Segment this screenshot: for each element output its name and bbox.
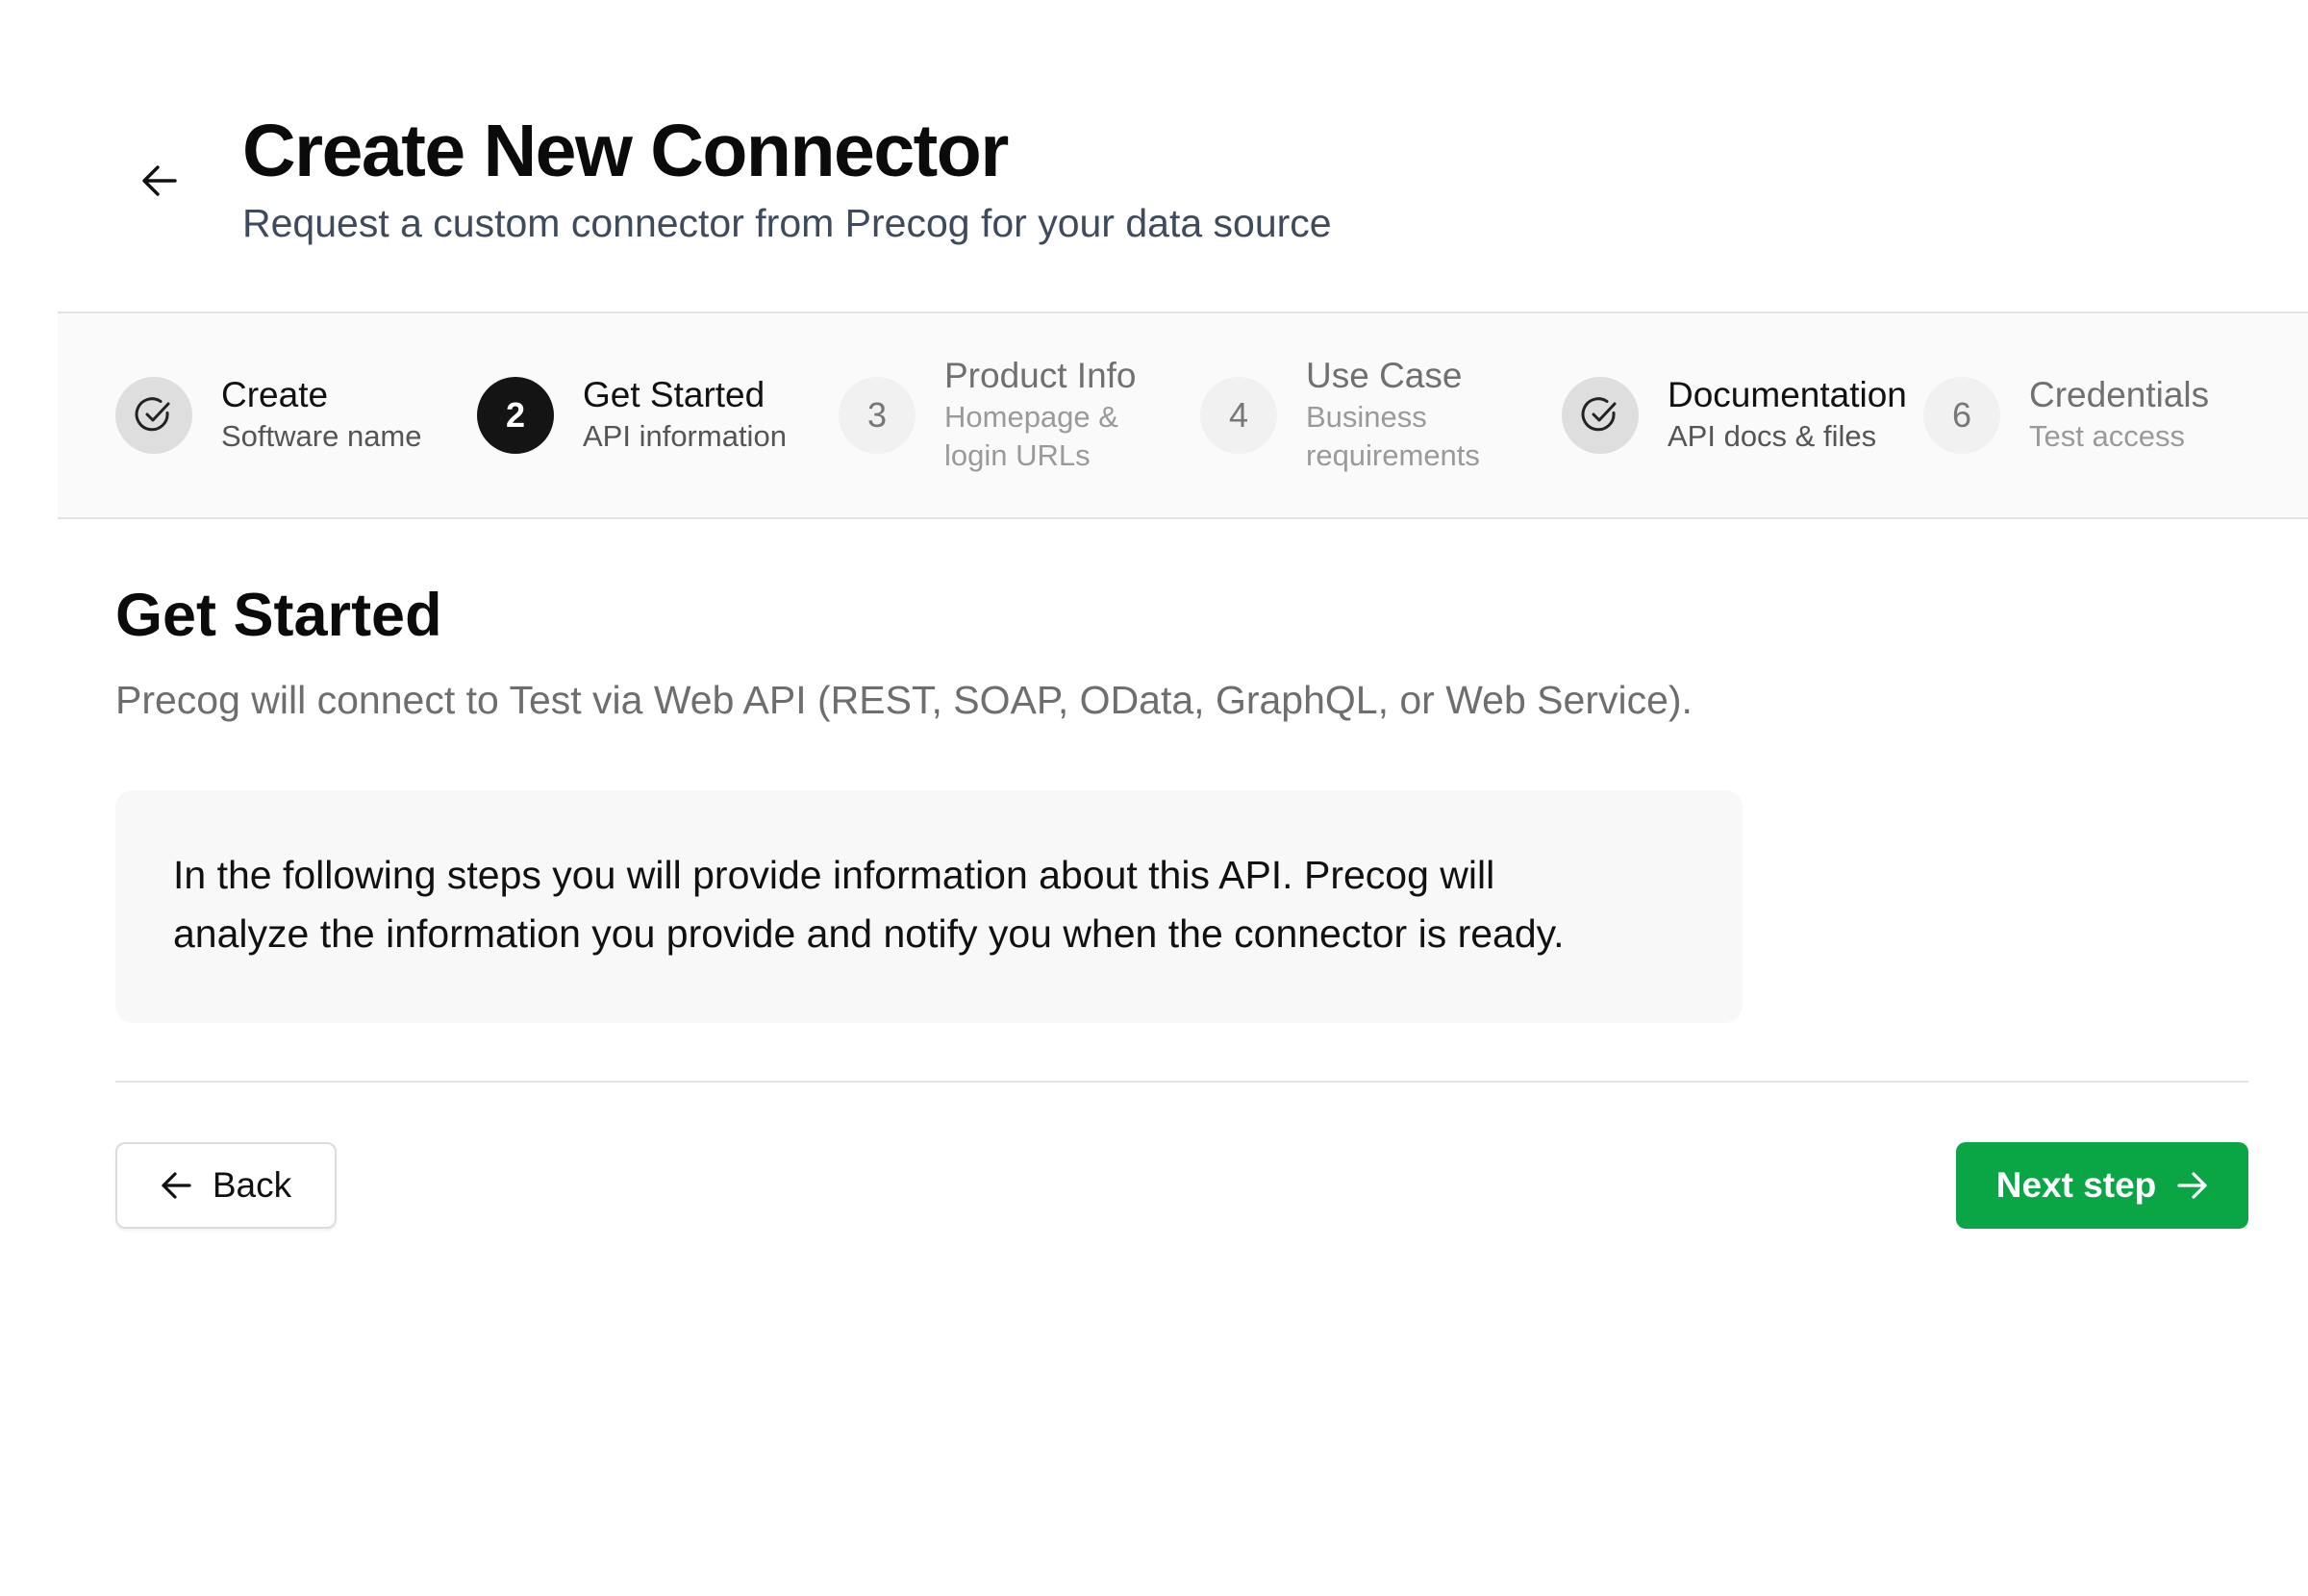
page-subtitle: Request a custom connector from Precog f… (242, 201, 1332, 245)
step-description: Test access (2029, 419, 2185, 453)
step-create[interactable]: Create Software name (115, 313, 433, 517)
step-title: Product Info (944, 356, 1137, 395)
step-product-info[interactable]: 3 Product Info Homepage & login URLs (839, 313, 1156, 517)
step-description-line-2: requirements (1306, 438, 1480, 472)
step-text: Create Software name (221, 373, 422, 456)
step-use-case[interactable]: 4 Use Case Business requirements (1200, 313, 1518, 517)
step-title: Documentation (1668, 375, 1907, 414)
step-text: Product Info Homepage & login URLs (944, 354, 1137, 475)
section-title: Get Started (115, 582, 442, 649)
step-description: Software name (221, 419, 422, 453)
step-documentation[interactable]: Documentation API docs & files (1562, 313, 1907, 517)
create-connector-page: Create New Connector Request a custom co… (0, 0, 2308, 1596)
info-text-line-1: In the following steps you will provide … (173, 853, 1495, 897)
step-title: Use Case (1306, 356, 1463, 395)
step-number: 3 (839, 377, 916, 454)
section-description: Precog will connect to Test via Web API … (115, 678, 1693, 722)
step-description: API information (583, 419, 787, 453)
step-description-line-1: Homepage & (944, 400, 1118, 434)
step-text: Use Case Business requirements (1306, 354, 1480, 475)
step-title: Credentials (2029, 375, 2210, 414)
step-description-line-1: Business (1306, 400, 1427, 434)
divider (115, 1081, 2248, 1083)
check-circle-icon (115, 377, 192, 454)
page-header: Create New Connector Request a custom co… (0, 0, 2308, 312)
step-description: API docs & files (1668, 419, 1877, 453)
step-number: 6 (1923, 377, 2000, 454)
step-title: Get Started (583, 375, 765, 414)
step-get-started[interactable]: 2 Get Started API information (477, 313, 794, 517)
step-text: Credentials Test access (2029, 373, 2209, 456)
step-text: Get Started API information (583, 373, 787, 456)
step-number: 2 (477, 377, 554, 454)
step-title: Create (221, 375, 329, 414)
arrow-left-icon (161, 1171, 191, 1200)
step-number: 4 (1200, 377, 1277, 454)
step-text: Documentation API docs & files (1668, 373, 1907, 456)
check-circle-icon (1562, 377, 1639, 454)
step-credentials[interactable]: 6 Credentials Test access (1923, 313, 2241, 517)
back-arrow-icon[interactable] (131, 152, 188, 210)
next-step-button[interactable]: Next step (1956, 1142, 2248, 1229)
next-step-button-label: Next step (1995, 1165, 2157, 1205)
page-title: Create New Connector (242, 110, 1009, 192)
progress-stepper: Create Software name 2 Get Started API i… (58, 312, 2308, 519)
step-description-line-2: login URLs (944, 438, 1091, 472)
info-box: In the following steps you will provide … (115, 790, 1743, 1023)
info-text-line-2: analyze the information you provide and … (173, 911, 1565, 956)
info-text: In the following steps you will provide … (173, 846, 1693, 963)
back-button[interactable]: Back (115, 1142, 337, 1229)
back-button-label: Back (212, 1165, 292, 1205)
arrow-right-icon (2177, 1171, 2208, 1200)
